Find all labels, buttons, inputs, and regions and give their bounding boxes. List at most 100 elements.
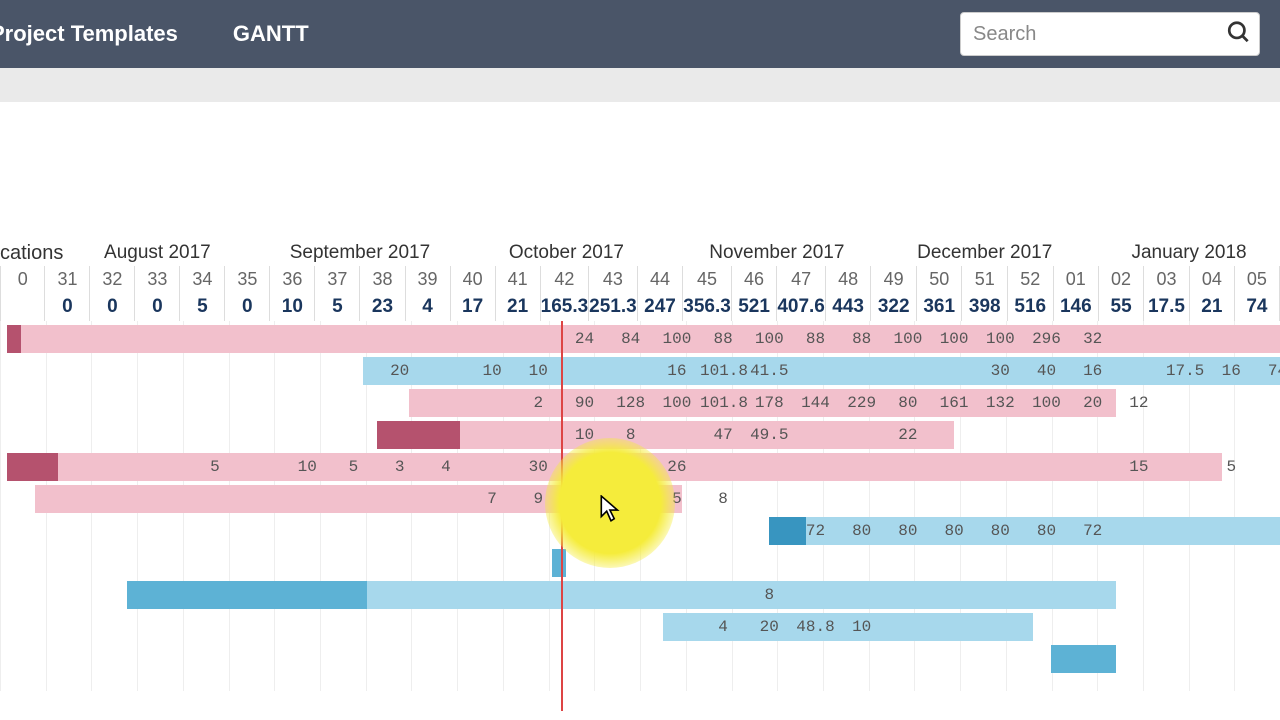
bar-value: 22: [885, 426, 931, 444]
month-label: October 2017: [450, 242, 683, 266]
bar-value: 30: [977, 362, 1023, 380]
total-cell: 0: [135, 293, 180, 321]
gantt-bar[interactable]: 72808080808072: [769, 517, 1280, 545]
bar-value: 132: [977, 394, 1023, 412]
month-row: August 2017September 2017October 2017Nov…: [1, 242, 1280, 266]
bar-value: 10: [561, 426, 607, 444]
search-box: [960, 12, 1260, 56]
gantt-bar[interactable]: [552, 549, 566, 577]
bar-value: 20: [377, 362, 423, 380]
bar-value: 80: [977, 522, 1023, 540]
week-label: 50: [916, 266, 962, 293]
bar-value: 128: [608, 394, 654, 412]
bar-value: 41.5: [746, 362, 792, 380]
bar-value: 161: [931, 394, 977, 412]
total-cell: 443: [825, 293, 871, 321]
bar-value: 100: [654, 394, 700, 412]
total-cell: 4: [405, 293, 450, 321]
week-label: 33: [135, 266, 180, 293]
bar-value: 296: [1023, 330, 1069, 348]
week-label: 52: [1008, 266, 1054, 293]
bar-value: 8: [700, 490, 746, 508]
gantt-bar[interactable]: [1051, 645, 1116, 673]
week-label: 01: [1053, 266, 1099, 293]
week-label: 39: [405, 266, 450, 293]
bar-value: 12: [1116, 394, 1162, 412]
week-label: 36: [270, 266, 315, 293]
gantt-bar[interactable]: 8: [127, 581, 1116, 609]
bar-value: 88: [839, 330, 885, 348]
bar-value: 24: [561, 330, 607, 348]
search-icon[interactable]: [1226, 20, 1252, 49]
bar-value: 20: [746, 618, 792, 636]
bar-value: 26: [654, 458, 700, 476]
bar-value: 32: [1070, 330, 1116, 348]
bar-value: 10: [515, 362, 561, 380]
sub-bar: [0, 68, 1280, 102]
week-label: 03: [1144, 266, 1190, 293]
bar-value: 16: [1070, 362, 1116, 380]
gantt-bar[interactable]: 248410088100888810010010029632: [7, 325, 1280, 353]
bar-value: 10: [469, 362, 515, 380]
week-label: 41: [495, 266, 540, 293]
bar-value: 3: [377, 458, 423, 476]
total-cell: 17.5: [1144, 293, 1190, 321]
total-cell: 55: [1099, 293, 1144, 321]
week-label: 04: [1189, 266, 1234, 293]
gantt-bar[interactable]: 42048.810: [663, 613, 1033, 641]
total-cell: 407.6: [777, 293, 826, 321]
week-label: 48: [825, 266, 871, 293]
total-cell: 361: [916, 293, 962, 321]
today-line: [561, 321, 563, 711]
bar-value: 5: [654, 490, 700, 508]
week-label: 35: [225, 266, 270, 293]
week-label: 43: [589, 266, 638, 293]
bar-value: 100: [1023, 394, 1069, 412]
total-cell: 247: [637, 293, 683, 321]
bar-value: 100: [977, 330, 1023, 348]
nav-gantt[interactable]: GANTT: [233, 21, 309, 47]
bar-value: 72: [1070, 522, 1116, 540]
bar-value: 80: [839, 522, 885, 540]
gantt-bar[interactable]: 20101016101.841.530401617.51674: [363, 357, 1280, 385]
gantt-grid[interactable]: 2484100881008888100100100296322010101610…: [0, 321, 1280, 691]
bar-value: 90: [561, 394, 607, 412]
bar-value: 144: [792, 394, 838, 412]
bar-value: 47: [700, 426, 746, 444]
bar-value: 2: [515, 394, 561, 412]
month-label: January 2018: [1099, 242, 1280, 266]
bar-value: 10: [839, 618, 885, 636]
week-label: 38: [360, 266, 405, 293]
total-cell: 398: [962, 293, 1008, 321]
total-cell: 0: [225, 293, 270, 321]
gantt-bar[interactable]: 794058: [35, 485, 682, 513]
week-label: 31: [45, 266, 90, 293]
month-label: [1, 242, 45, 266]
bar-value: 229: [839, 394, 885, 412]
search-input[interactable]: [960, 12, 1260, 56]
week-label: 42: [540, 266, 589, 293]
total-cell: 521: [731, 293, 777, 321]
nav-project-templates[interactable]: Project Templates: [0, 21, 178, 47]
bar-value: 178: [746, 394, 792, 412]
week-label: 44: [637, 266, 683, 293]
bar-value: 101.8: [700, 394, 746, 412]
bar-value: 100: [885, 330, 931, 348]
bar-value: 100: [746, 330, 792, 348]
month-label: November 2017: [683, 242, 871, 266]
gantt-bar[interactable]: 5105343026155: [7, 453, 1222, 481]
week-label: 02: [1099, 266, 1144, 293]
bar-value: 9: [515, 490, 561, 508]
week-label: 47: [777, 266, 826, 293]
week-label: 0: [1, 266, 45, 293]
total-cell: 21: [495, 293, 540, 321]
gantt-bar[interactable]: 290128100101.8178144229801611321002012: [409, 389, 1116, 417]
bar-value: 4: [700, 618, 746, 636]
bar-value: 72: [792, 522, 838, 540]
total-cell: 0: [90, 293, 135, 321]
gantt-bar[interactable]: 1084749.522: [377, 421, 955, 449]
total-cell: 21: [1189, 293, 1234, 321]
top-bar: Project Templates GANTT: [0, 0, 1280, 68]
total-cell: [1, 293, 45, 321]
bar-value: 15: [1116, 458, 1162, 476]
